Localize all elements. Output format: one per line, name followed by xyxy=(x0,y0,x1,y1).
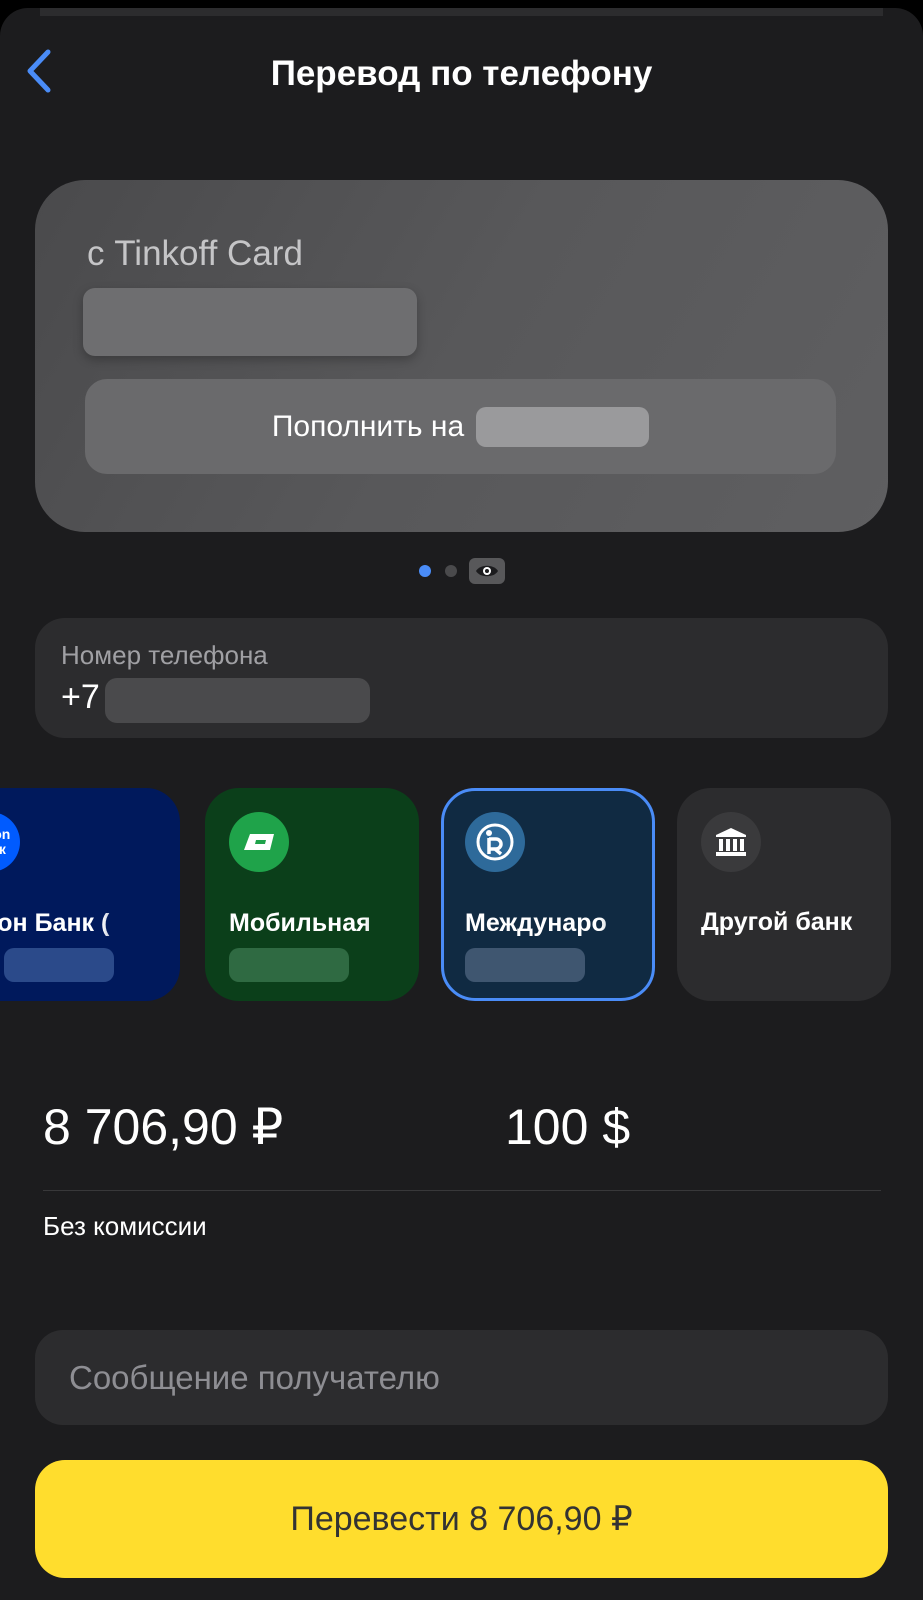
bank-name: Междунаро xyxy=(465,909,607,937)
divider xyxy=(43,1190,881,1191)
phone-number-redacted xyxy=(105,678,370,723)
bank-detail-redacted xyxy=(465,948,585,982)
ticket-icon xyxy=(229,812,289,872)
bank-detail-redacted xyxy=(4,948,114,982)
bank-name: Мобильная xyxy=(229,909,371,937)
bank-item-mobile[interactable]: Мобильная xyxy=(205,788,419,1001)
eye-icon xyxy=(476,565,498,577)
card-label: с Tinkoff Card xyxy=(87,234,303,273)
bank-detail-redacted xyxy=(229,948,349,982)
source-card[interactable]: с Tinkoff Card Пополнить на xyxy=(35,180,888,532)
amount-usd-input[interactable]: 100 $ xyxy=(505,1098,630,1156)
message-input[interactable]: Сообщение получателю xyxy=(35,1330,888,1425)
bank-name: Другой банк xyxy=(701,908,853,936)
show-balance-button[interactable] xyxy=(469,558,505,584)
topup-label: Пополнить на xyxy=(271,409,465,443)
transfer-button-label: Перевести 8 706,90 ₽ xyxy=(290,1500,633,1538)
transfer-button[interactable]: Перевести 8 706,90 ₽ xyxy=(35,1460,888,1578)
phone-field[interactable]: Номер телефона +7 xyxy=(35,618,888,738)
bank-item-ozon[interactable]: ozon банк Озон Банк ( xyxy=(0,788,180,1001)
r-logo-icon xyxy=(465,812,525,872)
top-edge xyxy=(40,8,883,16)
page-title: Перевод по телефону xyxy=(270,54,653,93)
svg-text:банк: банк xyxy=(0,841,7,857)
message-placeholder: Сообщение получателю xyxy=(69,1358,440,1396)
bank-item-other[interactable]: Другой банк xyxy=(677,788,891,1001)
pager-dot[interactable] xyxy=(445,565,457,577)
phone-prefix: +7 xyxy=(61,678,100,716)
bank-building-icon xyxy=(701,812,761,872)
bank-name: Озон Банк ( xyxy=(0,909,110,937)
amount-rub-input[interactable]: 8 706,90 ₽ xyxy=(43,1098,283,1156)
ozon-bank-icon: ozon банк xyxy=(0,812,20,872)
svg-text:ozon: ozon xyxy=(0,826,10,842)
bank-item-international[interactable]: Междунаро xyxy=(441,788,655,1001)
bank-list: ozon банк Озон Банк ( Мобильная xyxy=(0,788,923,1003)
topup-amount-redacted xyxy=(476,406,650,447)
topup-button[interactable]: Пополнить на xyxy=(85,379,836,474)
screen: Перевод по телефону с Tinkoff Card Попол… xyxy=(0,8,923,1600)
fee-text: Без комиссии xyxy=(43,1211,207,1241)
card-balance-redacted xyxy=(83,288,417,356)
pager-dot-active[interactable] xyxy=(419,565,431,577)
card-pager xyxy=(0,558,923,584)
phone-label: Номер телефона xyxy=(61,640,268,670)
